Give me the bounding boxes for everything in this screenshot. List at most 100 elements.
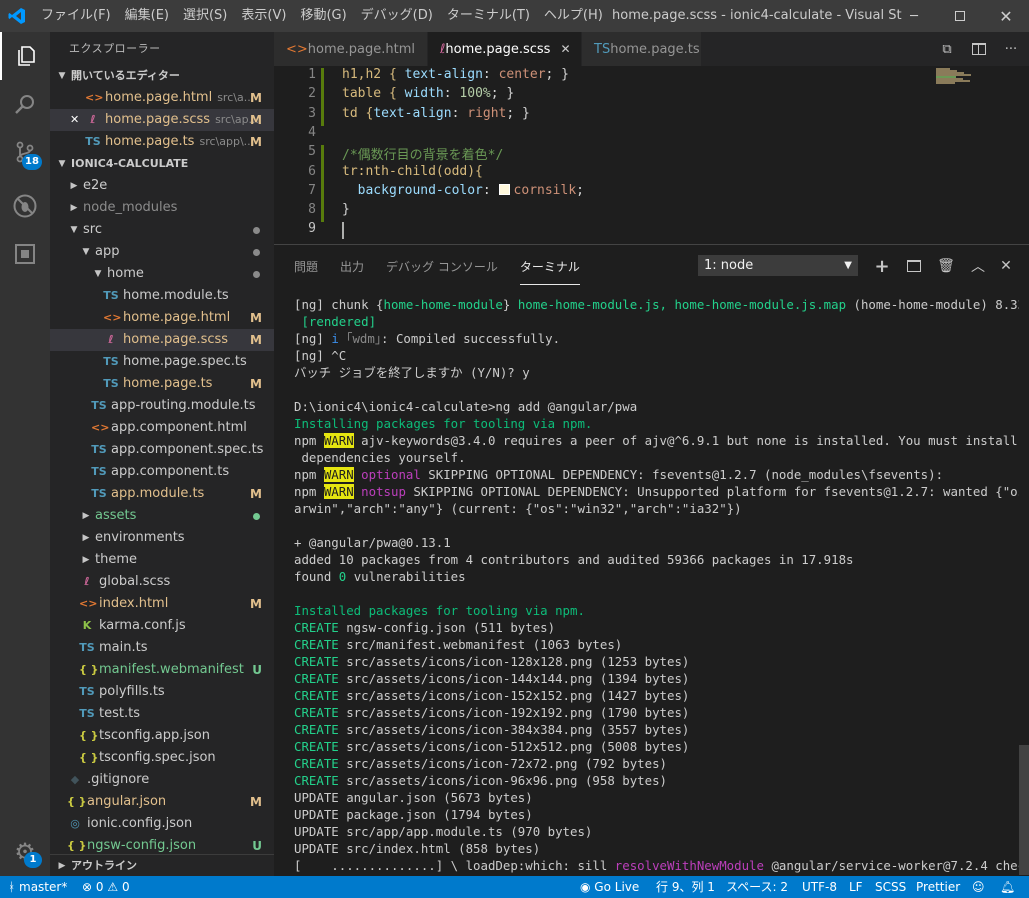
split-editor-button[interactable]: [965, 32, 993, 66]
file-item[interactable]: Kkarma.conf.js: [50, 615, 274, 637]
cursor-position[interactable]: 行 9、列 1: [656, 876, 715, 898]
menu-item[interactable]: ファイル(F): [34, 0, 118, 32]
panel-tab[interactable]: 問題: [294, 254, 318, 279]
menu-item[interactable]: 表示(V): [234, 0, 293, 32]
explorer-activity[interactable]: [0, 32, 50, 80]
problems-status[interactable]: ⊗ 0 ⚠ 0: [82, 876, 130, 898]
html-file-icon: <>: [85, 91, 104, 104]
menu-item[interactable]: デバッグ(D): [354, 0, 440, 32]
terminal-token: npm: [294, 467, 324, 482]
chevron-down-icon: ▼: [58, 159, 66, 169]
go-live-status[interactable]: ◉ Go Live: [580, 876, 639, 898]
panel-tab[interactable]: ターミナル: [519, 254, 580, 285]
panel-tab[interactable]: 出力: [340, 254, 364, 279]
warning-icon: ⚠: [107, 880, 119, 894]
settings-activity[interactable]: ⚙ 1: [0, 828, 50, 876]
tab-ts[interactable]: TS home.page.ts: [582, 32, 702, 66]
close-tab-icon[interactable]: ✕: [560, 42, 570, 56]
folder-item[interactable]: ▶ assets: [50, 505, 274, 527]
terminal-token: npm: [294, 484, 324, 499]
outline-header[interactable]: ▶ アウトライン: [50, 854, 274, 876]
branch-status[interactable]: ᚼ master*: [8, 876, 67, 898]
file-item[interactable]: ℓ home.page.scss M: [50, 329, 274, 351]
terminal-select[interactable]: 1: node ▼: [698, 255, 858, 276]
close-icon[interactable]: ✕: [70, 109, 79, 131]
tab-scss[interactable]: ℓ home.page.scss ✕: [428, 32, 582, 66]
scss-file-icon: ℓ: [108, 333, 114, 346]
file-item[interactable]: TS app.component.ts: [50, 461, 274, 483]
open-editors-header[interactable]: ▼ 開いているエディター: [50, 65, 274, 87]
file-item[interactable]: TS app.component.spec.ts: [50, 439, 274, 461]
extensions-activity[interactable]: [0, 230, 50, 278]
close-icon: ✕: [999, 6, 1013, 26]
folder-item[interactable]: ▼ app: [50, 241, 274, 263]
folder-item[interactable]: ▶ environments: [50, 527, 274, 549]
menu-item[interactable]: ヘルプ(H): [537, 0, 610, 32]
more-actions-button[interactable]: ···: [997, 32, 1025, 66]
file-item[interactable]: { } tsconfig.spec.json: [50, 747, 274, 769]
menu-item[interactable]: ターミナル(T): [440, 0, 537, 32]
maximize-button[interactable]: [937, 0, 983, 32]
folder-item[interactable]: ▶ e2e: [50, 175, 274, 197]
maximize-panel-button[interactable]: ︿: [966, 254, 990, 278]
minimize-button[interactable]: ─: [891, 0, 937, 32]
file-item[interactable]: TS home.page.spec.ts: [50, 351, 274, 373]
indentation[interactable]: スペース: 2: [726, 876, 788, 898]
source-control-activity[interactable]: 18: [0, 128, 50, 176]
file-item[interactable]: TS main.ts: [50, 637, 274, 659]
code-token: :: [443, 86, 460, 102]
folder-item[interactable]: ▶ node_modules: [50, 197, 274, 219]
open-changes-button[interactable]: ⧉: [933, 32, 961, 66]
kill-terminal-button[interactable]: 🗑: [934, 254, 958, 278]
search-activity[interactable]: [0, 80, 50, 128]
file-item[interactable]: TS app.module.ts M: [50, 483, 274, 505]
end-of-line[interactable]: LF: [849, 876, 863, 898]
chevron-down-icon: ▼: [844, 260, 852, 271]
close-window-button[interactable]: ✕: [983, 0, 1029, 32]
file-item[interactable]: <> index.html M: [50, 593, 274, 615]
file-item[interactable]: <> home.page.html M: [50, 307, 274, 329]
tab-html[interactable]: <> home.page.html: [274, 32, 428, 66]
menu-item[interactable]: 移動(G): [293, 0, 353, 32]
open-editor-item[interactable]: TS home.page.ts src\app\... M: [50, 131, 274, 153]
minimap[interactable]: [936, 66, 976, 242]
menu-item[interactable]: 選択(S): [176, 0, 234, 32]
file-item[interactable]: { } tsconfig.app.json: [50, 725, 274, 747]
file-item[interactable]: TS app-routing.module.ts: [50, 395, 274, 417]
file-item[interactable]: TS polyfills.ts: [50, 681, 274, 703]
project-header[interactable]: ▼ IONIC4-CALCULATE: [50, 153, 274, 175]
split-terminal-button[interactable]: [902, 254, 926, 278]
terminal-line: Installed packages for tooling via npm.: [294, 602, 1019, 619]
code-editor[interactable]: 1 h1,h2 { text-align: center; } 2 table { w…: [274, 66, 1029, 242]
open-editor-item[interactable]: <> home.page.html src\a... M: [50, 87, 274, 109]
feedback-button[interactable]: ☺: [972, 876, 985, 898]
panel-tab[interactable]: デバッグ コンソール: [386, 254, 498, 279]
file-item[interactable]: TS home.module.ts: [50, 285, 274, 307]
folder-item[interactable]: ▶ theme: [50, 549, 274, 571]
file-item[interactable]: ◆ .gitignore: [50, 769, 274, 791]
folder-item[interactable]: ▼ home: [50, 263, 274, 285]
open-editor-item[interactable]: ✕ ℓ home.page.scss src\ap... M: [50, 109, 274, 131]
debug-activity[interactable]: [0, 182, 50, 230]
close-panel-button[interactable]: ✕: [994, 254, 1018, 278]
file-item[interactable]: { } manifest.webmanifest U: [50, 659, 274, 681]
language-mode[interactable]: SCSS: [875, 876, 906, 898]
file-path: src\app\...: [199, 135, 255, 148]
encoding[interactable]: UTF-8: [802, 876, 837, 898]
color-swatch: [498, 183, 510, 195]
menu-item[interactable]: 編集(E): [118, 0, 176, 32]
line-number: 8: [308, 202, 316, 218]
prettier-status[interactable]: Prettier: [916, 876, 960, 898]
folder-item[interactable]: ▼ src: [50, 219, 274, 241]
file-item[interactable]: <> app.component.html: [50, 417, 274, 439]
chevron-down-icon: ▼: [58, 71, 66, 81]
file-item[interactable]: TS home.page.ts M: [50, 373, 274, 395]
terminal-output[interactable]: [ng] chunk {home-home-module} home-home-…: [294, 296, 1019, 874]
file-item[interactable]: { } angular.json M: [50, 791, 274, 813]
notifications-button[interactable]: 🔔︎: [1000, 876, 1015, 898]
new-terminal-button[interactable]: +: [870, 254, 894, 278]
file-item[interactable]: ◎ ionic.config.json: [50, 813, 274, 835]
file-item[interactable]: ℓ global.scss: [50, 571, 274, 593]
file-item[interactable]: TS test.ts: [50, 703, 274, 725]
terminal-scrollbar[interactable]: [1019, 745, 1029, 875]
